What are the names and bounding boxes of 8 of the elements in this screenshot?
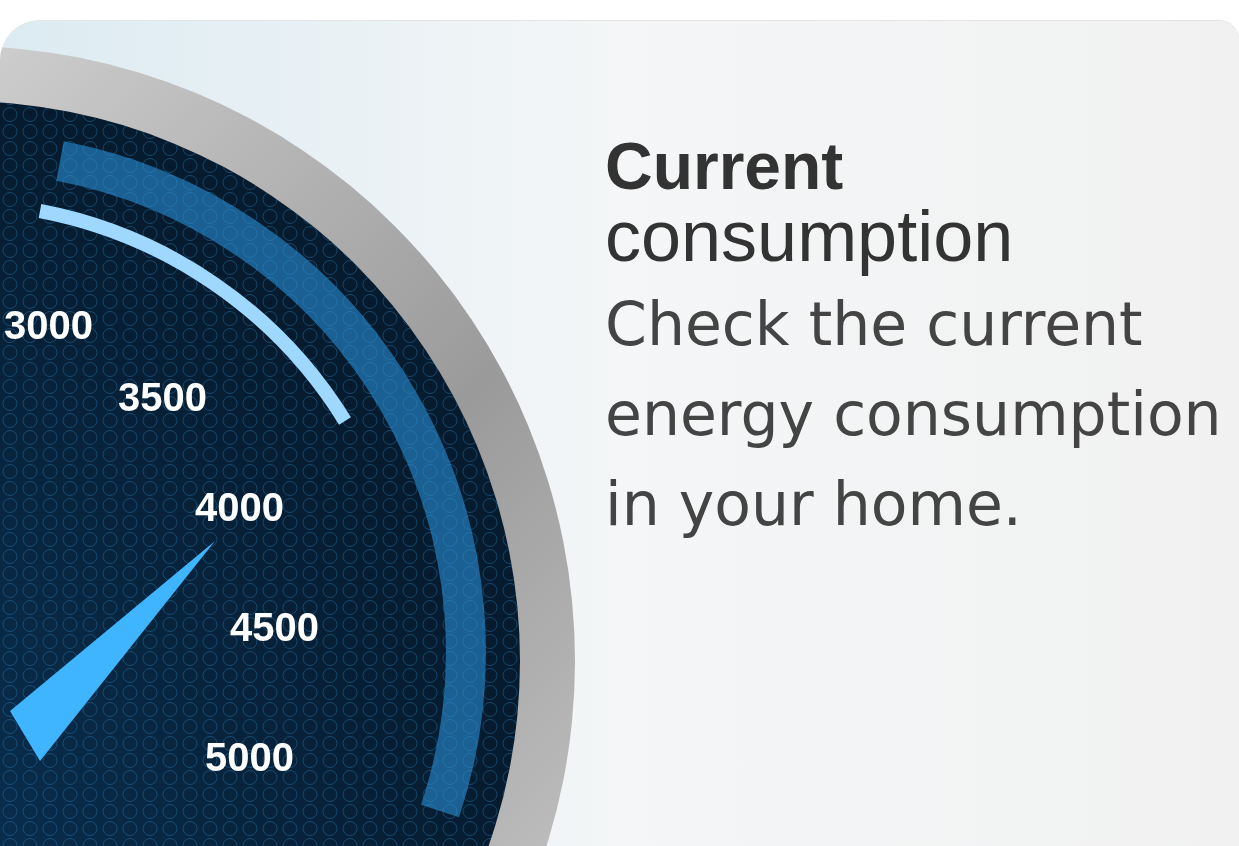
gauge-label: 5000 <box>205 735 294 779</box>
gauge-label: 3500 <box>118 375 207 419</box>
gauge-label: 4000 <box>195 485 284 529</box>
title-light: consumption <box>605 199 1015 275</box>
gauge-label: 4500 <box>230 605 319 649</box>
gauge-label: 3000 <box>4 303 93 347</box>
title-bold: Current <box>605 133 845 199</box>
description: Check the current energy consumption in your home. <box>605 287 1223 541</box>
